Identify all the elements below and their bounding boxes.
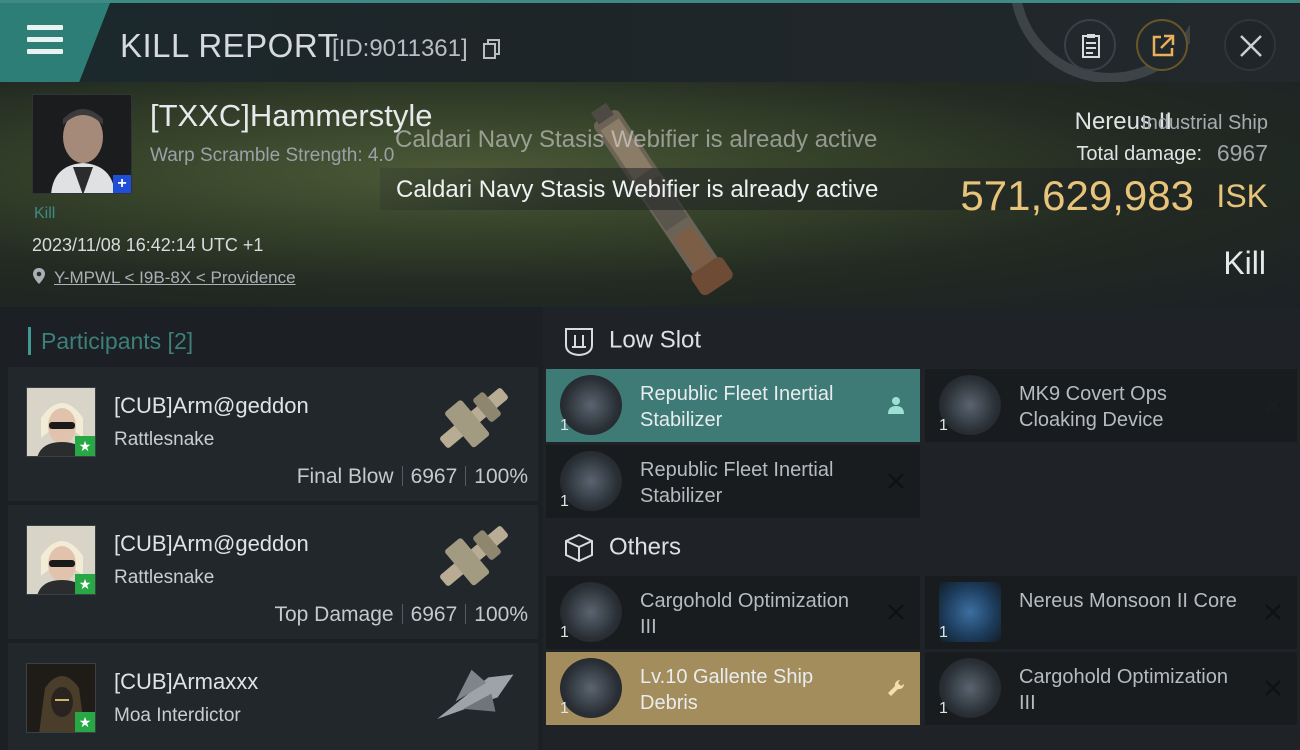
total-damage-label: Total damage: [1076, 143, 1202, 165]
destroyed-icon [1265, 397, 1281, 413]
inertial-stabilizer-icon [560, 451, 622, 511]
moa-ship-icon [437, 669, 514, 719]
cargohold-optimization-icon [560, 582, 622, 642]
page-title: KILL REPORT [120, 27, 339, 64]
close-button[interactable] [1224, 19, 1276, 71]
module-slot[interactable]: 1 Nereus Monsoon II Core [925, 576, 1297, 649]
total-damage-value: 6967 [1216, 140, 1268, 166]
module-name: Lv.10 Gallente Ship Debris [640, 666, 814, 714]
clipboard-icon [1082, 34, 1100, 58]
cargohold-optimization-icon [939, 658, 1001, 718]
cube-icon [565, 533, 593, 563]
star-icon: ★ [75, 712, 95, 732]
victim-ship-class: Industrial Ship [1141, 112, 1268, 134]
participant-tag: Top Damage [274, 603, 394, 626]
module-name: Nereus Monsoon II Core [1019, 590, 1237, 612]
module-slot[interactable]: 1 Republic Fleet Inertial Stabilizer [546, 445, 920, 518]
header-bar: KILL REPORT [ID:9011361] [0, 0, 1300, 83]
participant-tag: Final Blow [296, 465, 394, 488]
module-qty: 1 [560, 493, 569, 510]
victim-name[interactable]: [TXXC]Hammerstyle [150, 98, 432, 134]
rattlesnake-ship-icon [440, 388, 508, 448]
participant-avatar[interactable]: ★ [26, 387, 96, 457]
kill-datetime: 2023/11/08 16:42:14 UTC +1 [32, 235, 264, 255]
add-contact-icon[interactable]: + [113, 175, 131, 193]
victim-banner: + [TXXC]Hammerstyle Warp Scramble Streng… [0, 82, 1300, 307]
participants-title: Participants [2] [28, 327, 193, 355]
isk-unit: ISK [1216, 178, 1268, 214]
module-qty: 1 [939, 417, 948, 434]
participant-card[interactable]: ★ [CUB]Armaxxx Moa Interdictor [8, 643, 538, 750]
participant-ship: Rattlesnake [114, 429, 215, 450]
toast-message-faded: Caldari Navy Stasis Webifier is already … [395, 126, 878, 153]
share-button[interactable] [1136, 19, 1188, 71]
destroyed-icon [1265, 604, 1281, 620]
participant-damage: 6967 [410, 465, 458, 488]
star-icon: ★ [75, 436, 95, 456]
module-name: Republic Fleet Inertial Stabilizer [640, 383, 834, 431]
rattlesnake-ship-icon [440, 526, 508, 586]
module-qty: 1 [560, 417, 569, 434]
share-icon [1152, 34, 1175, 57]
others-header: Others [563, 532, 681, 564]
kill-location-link[interactable]: Y-MPWL < I9B-8X < Providence [54, 268, 296, 288]
fittings-panel: Low Slot 1 Republic Fleet Inertial Stabi… [543, 307, 1300, 750]
destroyed-icon [888, 473, 904, 489]
participant-stats: Final Blow 6967 100% [297, 465, 528, 489]
module-name: Republic Fleet Inertial Stabilizer [640, 459, 834, 507]
participant-name: [CUB]Arm@geddon [114, 393, 309, 418]
module-slot[interactable]: 1 Republic Fleet Inertial Stabilizer [546, 369, 920, 442]
toast-message: Caldari Navy Stasis Webifier is already … [396, 176, 879, 203]
kill-tag: Kill [34, 205, 56, 222]
participant-name: [CUB]Armaxxx [114, 669, 259, 694]
monsoon-core-icon [939, 582, 1001, 642]
module-qty: 1 [939, 700, 948, 717]
close-icon [1240, 35, 1262, 57]
cloaking-device-icon [939, 375, 1001, 435]
module-qty: 1 [939, 624, 948, 641]
module-qty: 1 [560, 700, 569, 717]
participant-ship: Rattlesnake [114, 567, 215, 588]
participant-damage: 6967 [410, 603, 458, 626]
copy-icon[interactable] [483, 39, 501, 59]
ship-debris-icon [560, 658, 622, 718]
low-slot-title: Low Slot [609, 326, 702, 354]
module-slot[interactable]: 1 Lv.10 Gallente Ship Debris [546, 652, 920, 725]
inertial-stabilizer-icon [560, 375, 622, 435]
module-slot[interactable]: 1 Cargohold Optimization III [925, 652, 1297, 725]
participant-stats: Top Damage 6967 100% [274, 603, 528, 627]
menu-button[interactable] [0, 3, 110, 82]
participant-card[interactable]: ★ [CUB]Arm@geddon Rattlesnake Top Damage… [8, 505, 538, 639]
wrench-icon [888, 679, 905, 696]
destroyed-icon [1265, 680, 1281, 696]
participant-ship: Moa Interdictor [114, 705, 241, 726]
warp-scramble-strength: Warp Scramble Strength: 4.0 [150, 145, 395, 166]
participant-avatar[interactable]: ★ [26, 663, 96, 733]
isk-value: 571,629,983 [960, 172, 1194, 219]
report-id: [ID:9011361] [332, 35, 468, 62]
clipboard-button[interactable] [1064, 19, 1116, 71]
star-icon: ★ [75, 574, 95, 594]
module-slot[interactable]: 1 MK9 Covert Ops Cloaking Device [925, 369, 1297, 442]
participant-name: [CUB]Arm@geddon [114, 531, 309, 556]
others-title: Others [609, 533, 682, 561]
module-qty: 1 [560, 624, 569, 641]
location-pin-icon [33, 268, 45, 284]
module-name: Cargohold Optimization III [1019, 666, 1228, 714]
module-slot[interactable]: 1 Cargohold Optimization III [546, 576, 920, 649]
destroyed-icon [888, 604, 904, 620]
low-slot-icon [565, 328, 593, 357]
participant-percent: 100% [474, 465, 528, 488]
result-label: Kill [1223, 245, 1266, 281]
participant-card[interactable]: ★ [CUB]Arm@geddon Rattlesnake Final Blow… [8, 367, 538, 501]
participant-avatar[interactable]: ★ [26, 525, 96, 595]
victim-avatar[interactable]: + [32, 94, 132, 194]
module-name: MK9 Covert Ops Cloaking Device [1019, 383, 1167, 431]
module-name: Cargohold Optimization III [640, 590, 849, 638]
user-icon [888, 397, 904, 414]
menu-icon [27, 25, 63, 57]
participant-percent: 100% [474, 603, 528, 626]
low-slot-header: Low Slot [563, 325, 701, 357]
participants-panel: Participants [2] ★ [CUB]Arm@geddon Rattl… [0, 307, 543, 750]
